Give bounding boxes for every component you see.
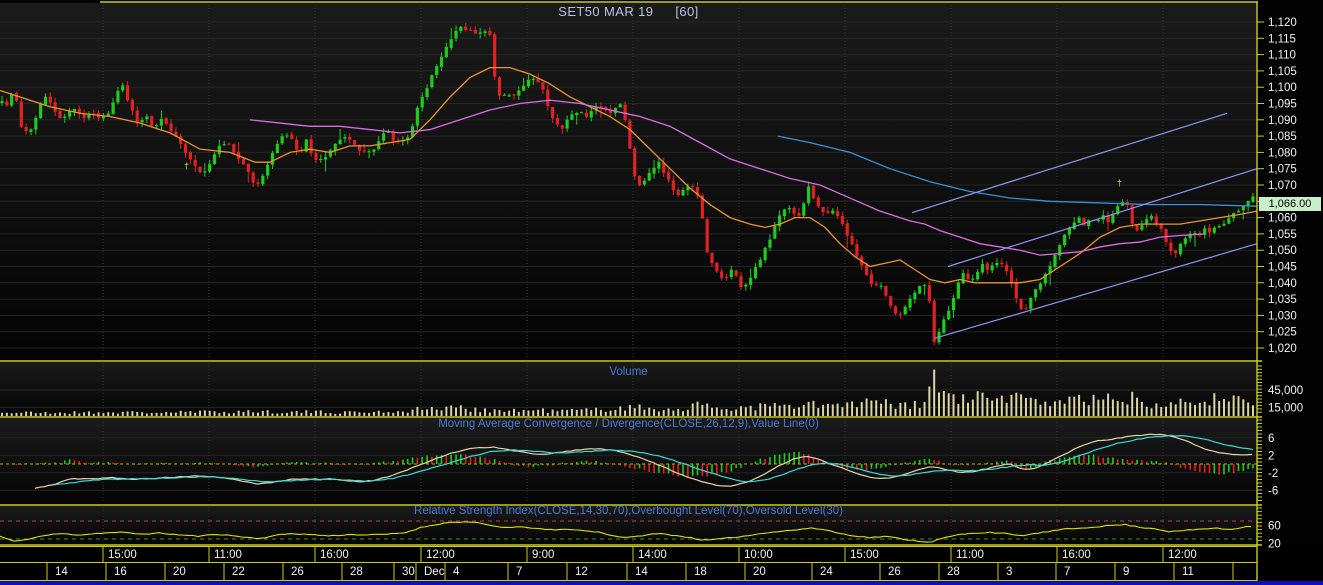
axis-tick-label: 1,080 (1268, 147, 1297, 159)
axis-tick-label: 1,055 (1268, 229, 1297, 241)
axis-tick-label: 20 (1268, 539, 1281, 551)
bottom-strip (0, 581, 1323, 585)
date-label: 30 (402, 566, 415, 578)
axis-tick-label: 60 (1268, 521, 1281, 533)
axis-tick-label: -6 (1268, 485, 1278, 497)
time-label: 11:00 (956, 549, 984, 561)
date-label: 7 (516, 566, 522, 578)
date-label: 20 (753, 566, 766, 578)
axis-tick-label: 1,085 (1268, 131, 1297, 143)
axis-tick-label: 1,105 (1268, 66, 1297, 78)
chart-canvas[interactable]: 1,120 1,115 1,110 1,105 1,100 1,095 1,090 1,085… (0, 0, 1323, 585)
axis-tick-label: 1,110 (1268, 50, 1296, 62)
macd-panel-title: Moving Average Convergence / Divergence(… (438, 418, 819, 430)
axis-tick-label: 1,095 (1268, 99, 1297, 111)
date-label: 26 (291, 566, 304, 578)
axis-tick-label: 15,000 (1268, 402, 1303, 414)
date-label: 4 (453, 566, 460, 578)
date-label: 20 (173, 566, 186, 578)
axis-tick-label: 1,025 (1268, 327, 1297, 339)
axis-tick-label: -2 (1268, 468, 1278, 480)
axis-tick-label: 1,070 (1268, 180, 1297, 192)
last-price-tag: 1,066.00 (1259, 197, 1321, 211)
axis-tick-label: 1,060 (1268, 213, 1297, 225)
date-label: 14 (635, 566, 648, 578)
window-bottom-edge (0, 581, 1323, 585)
chart-title: SET50 MAR 19 [60] (0, 4, 1257, 19)
date-label: 16 (114, 566, 127, 578)
axis-tick-label: 1,090 (1268, 115, 1297, 127)
axis-tick-label: 45,000 (1268, 385, 1303, 397)
time-label: 15:00 (850, 549, 879, 561)
date-label: 7 (1064, 566, 1070, 578)
time-label: 12:00 (1168, 549, 1197, 561)
price-axis[interactable]: 1,120 1,115 1,110 1,105 1,100 1,095 1,090 1,085… (1257, 17, 1303, 551)
time-label: 10:00 (744, 549, 773, 561)
date-label: 12 (575, 566, 588, 578)
date-label: 28 (350, 566, 363, 578)
panel-backgrounds (0, 3, 1323, 581)
time-label: 15:00 (108, 549, 137, 561)
date-label: 26 (888, 566, 901, 578)
axis-tick-label: 1,100 (1268, 82, 1297, 94)
axis-tick-label: 1,120 (1268, 17, 1297, 29)
time-label: 14:00 (638, 549, 667, 561)
axis-tick-label: 1,115 (1268, 33, 1296, 45)
date-label: Dec (424, 566, 445, 578)
date-label: 11 (1182, 566, 1194, 578)
axis-tick-label: 1,050 (1268, 245, 1297, 257)
axis-tick-label: 1,035 (1268, 294, 1297, 306)
time-label: 9:00 (532, 549, 554, 561)
chart-interval-badge: [60] (675, 4, 699, 19)
axis-tick-label: 1,030 (1268, 310, 1297, 322)
volume-panel-title: Volume (609, 366, 648, 378)
chart-symbol: SET50 MAR 19 (558, 4, 654, 19)
axis-tick-label: 1,045 (1268, 262, 1297, 274)
trade-marker: † (184, 161, 189, 171)
rsi-panel-title: Relative Strength Index(CLOSE,14,30,70),… (414, 505, 843, 517)
axis-tick-label: 1,040 (1268, 278, 1297, 290)
date-label: 28 (947, 566, 960, 578)
time-label: 12:00 (426, 549, 455, 561)
date-label: 9 (1123, 566, 1129, 578)
date-label: 3 (1006, 566, 1012, 578)
time-label: 16:00 (1062, 549, 1091, 561)
trading-chart-window: 1,120 1,115 1,110 1,105 1,100 1,095 1,090 1,085… (0, 0, 1323, 585)
date-label: 22 (232, 566, 245, 578)
time-label: 11:00 (214, 549, 242, 561)
time-label: 16:00 (320, 549, 349, 561)
date-label: 24 (820, 566, 833, 578)
axis-tick-label: 1,020 (1268, 343, 1297, 355)
axis-tick-label: 1,075 (1268, 164, 1297, 176)
date-label: 18 (694, 566, 707, 578)
axis-tick-label: 6 (1268, 433, 1274, 445)
date-label: 14 (55, 566, 68, 578)
trade-marker: † (1117, 178, 1122, 188)
axis-tick-label: 2 (1268, 450, 1274, 462)
